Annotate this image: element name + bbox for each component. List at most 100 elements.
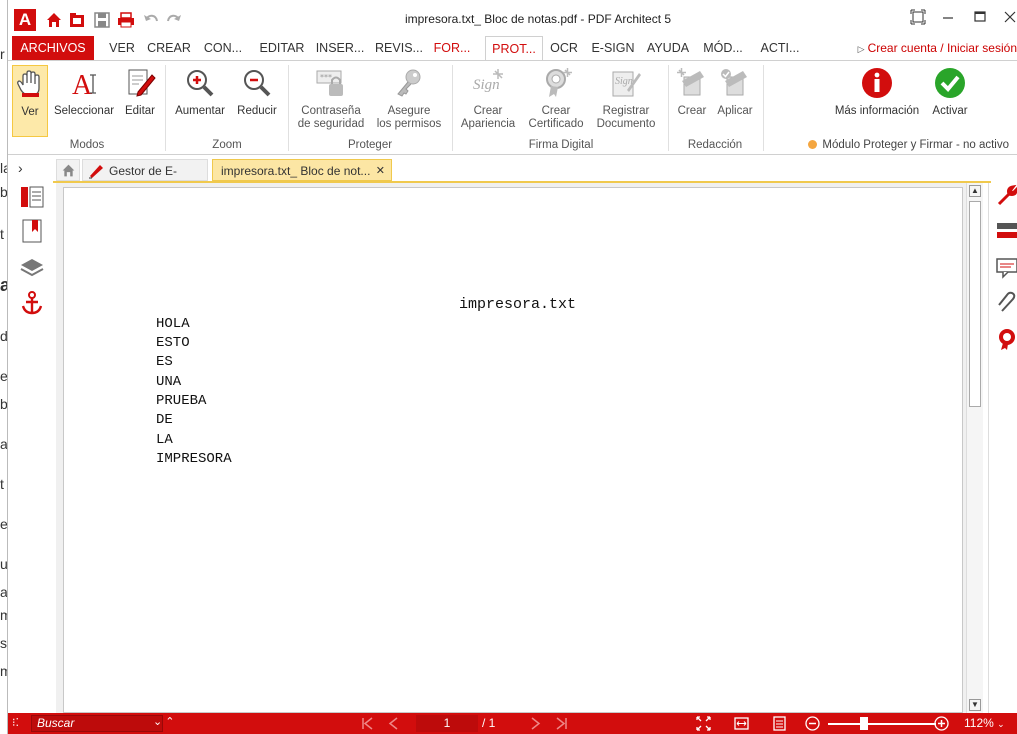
- app-logo[interactable]: A: [14, 9, 36, 31]
- bg-text: t: [0, 476, 4, 492]
- tab-gestor-esign[interactable]: Gestor de E-Sign: [82, 159, 208, 200]
- zoom-out-circle-icon[interactable]: [805, 716, 820, 731]
- fullscreen-icon[interactable]: [908, 8, 928, 26]
- first-page-icon[interactable]: [360, 716, 375, 731]
- wrench-icon[interactable]: [995, 184, 1017, 208]
- search-input[interactable]: Buscar: [31, 715, 163, 732]
- bg-text: r: [0, 46, 5, 62]
- chevron-right-icon[interactable]: ›: [18, 160, 23, 176]
- account-link[interactable]: ▷ Crear cuenta / Iniciar sesión: [858, 36, 1017, 60]
- apariencia-label-1: Crear: [473, 105, 503, 117]
- tab-formularios[interactable]: FOR...: [432, 36, 472, 60]
- scroll-thumb[interactable]: [969, 201, 981, 407]
- next-page-icon[interactable]: [528, 716, 543, 731]
- seleccionar-label: Seleccionar: [53, 105, 115, 117]
- close-icon[interactable]: [1000, 8, 1017, 26]
- right-side-panel: [988, 183, 1017, 713]
- form-fields-icon[interactable]: [995, 219, 1017, 243]
- scroll-up-icon[interactable]: ▲: [969, 185, 981, 197]
- status-dot-icon: [808, 140, 818, 149]
- bg-text: u: [0, 556, 8, 572]
- aumentar-button[interactable]: Aumentar: [172, 65, 228, 137]
- print-icon[interactable]: [117, 11, 135, 29]
- undo-icon[interactable]: [142, 11, 160, 29]
- close-tab-icon[interactable]: ✕: [376, 160, 385, 182]
- zoom-in-circle-icon[interactable]: [934, 716, 949, 731]
- save-icon[interactable]: [93, 11, 111, 29]
- bg-text: e: [0, 516, 8, 532]
- zoom-slider-track[interactable]: [828, 723, 936, 725]
- open-folder-icon[interactable]: [68, 11, 86, 29]
- certificate-seal-icon[interactable]: [995, 327, 1017, 351]
- thumbnails-icon[interactable]: [19, 184, 45, 210]
- home-tab[interactable]: [56, 159, 80, 181]
- page-total: / 1: [482, 716, 496, 730]
- left-side-panel: [8, 183, 56, 713]
- document-line: PRUEBA: [156, 393, 207, 409]
- editar-button[interactable]: Editar: [120, 65, 160, 137]
- tab-editar[interactable]: EDITAR: [256, 36, 308, 60]
- activar-label: Activar: [932, 105, 968, 117]
- registrar-documento-button[interactable]: Sign Registrar Documento: [594, 65, 658, 137]
- ribbon-panel: Ver A Seleccionar Editar Modos Aumentar …: [8, 60, 1017, 155]
- bookmarks-icon[interactable]: [19, 218, 45, 244]
- bg-text: la: [0, 160, 7, 176]
- tab-document-active[interactable]: impresora.txt_ Bloc de not... ✕: [212, 159, 392, 181]
- previous-page-icon[interactable]: [386, 716, 401, 731]
- zoom-level[interactable]: 112% ⌄: [964, 715, 1005, 733]
- crear-certificado-button[interactable]: Crear Certificado: [522, 65, 590, 137]
- tab-revisar[interactable]: REVIS...: [372, 36, 426, 60]
- activar-button[interactable]: Activar: [928, 65, 972, 137]
- page-view-icon[interactable]: [772, 716, 787, 731]
- tab-modulos[interactable]: MÓD...: [700, 36, 746, 60]
- seleccionar-button[interactable]: A Seleccionar: [52, 65, 116, 137]
- crear-apariencia-button[interactable]: Sign Crear Apariencia: [458, 65, 518, 137]
- bg-text: m: [0, 663, 7, 679]
- tab-insertar[interactable]: INSER...: [313, 36, 367, 60]
- tab-esign[interactable]: E-SIGN: [588, 36, 638, 60]
- reducir-label: Reducir: [237, 105, 277, 117]
- mas-informacion-button[interactable]: Más información: [828, 65, 926, 137]
- redaccion-aplicar-label: Aplicar: [717, 105, 753, 117]
- tab-ocr[interactable]: OCR: [548, 36, 580, 60]
- attachment-icon[interactable]: [995, 291, 1017, 315]
- tab-archivos[interactable]: ARCHIVOS: [12, 36, 94, 60]
- document-viewer[interactable]: impresora.txt HOLA ESTO ES UNA PRUEBA DE…: [56, 183, 983, 713]
- reducir-button[interactable]: Reducir: [232, 65, 282, 137]
- search-nav-icon[interactable]: ⌄ ⌃: [153, 715, 175, 728]
- asegure-permisos-button[interactable]: Asegure los permisos: [374, 65, 444, 137]
- account-link-label: Crear cuenta / Iniciar sesión: [867, 41, 1017, 55]
- redo-icon[interactable]: [165, 11, 183, 29]
- password-lock-icon: ***: [316, 70, 343, 96]
- contrasena-button[interactable]: *** Contraseña de seguridad: [294, 65, 368, 137]
- asegure-label-2: los permisos: [376, 118, 442, 130]
- page-number-input[interactable]: 1: [416, 715, 478, 732]
- fit-width-icon[interactable]: [734, 716, 749, 731]
- scroll-down-icon[interactable]: ▼: [969, 699, 981, 711]
- zoom-slider-thumb[interactable]: [859, 717, 868, 730]
- redaccion-aplicar-button[interactable]: Aplicar: [714, 65, 756, 137]
- pdf-page[interactable]: impresora.txt HOLA ESTO ES UNA PRUEBA DE…: [63, 187, 963, 713]
- vertical-scrollbar[interactable]: ▲ ▼: [966, 183, 983, 713]
- tab-ver[interactable]: VER: [105, 36, 139, 60]
- tab-activar[interactable]: ACTI...: [758, 36, 802, 60]
- tab-convertir[interactable]: CON...: [198, 36, 248, 60]
- anchor-icon[interactable]: [19, 290, 45, 316]
- signature-icon: Sign: [473, 69, 503, 93]
- home-icon[interactable]: [45, 11, 63, 29]
- maximize-icon[interactable]: [970, 8, 990, 26]
- last-page-icon[interactable]: [554, 716, 569, 731]
- redaction-create-icon: [677, 68, 704, 96]
- document-line: DE: [156, 412, 173, 428]
- tab-crear[interactable]: CREAR: [146, 36, 192, 60]
- ver-button[interactable]: Ver: [12, 65, 48, 137]
- bg-text: s: [0, 635, 7, 651]
- layers-icon[interactable]: [19, 255, 45, 281]
- tab-ayuda[interactable]: AYUDA: [644, 36, 692, 60]
- minimize-icon[interactable]: [938, 8, 958, 26]
- bg-text: a: [0, 275, 7, 296]
- tab-proteger[interactable]: PROT...: [485, 36, 543, 61]
- redaccion-crear-button[interactable]: Crear: [672, 65, 712, 137]
- comment-icon[interactable]: [995, 255, 1017, 279]
- fit-page-icon[interactable]: [696, 716, 711, 731]
